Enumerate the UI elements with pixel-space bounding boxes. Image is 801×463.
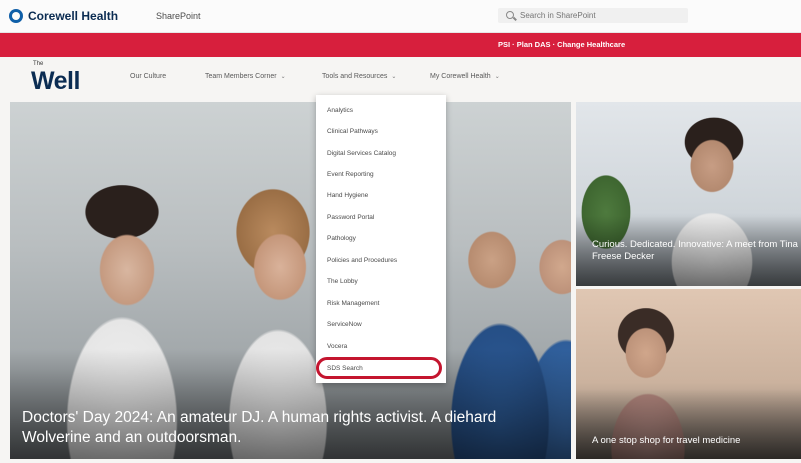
- side-news-image-2[interactable]: [576, 289, 801, 459]
- nav-item-our-culture[interactable]: Our Culture: [130, 73, 166, 80]
- menu-item[interactable]: Digital Services Catalog: [327, 150, 396, 157]
- site-navigation: The Well Our Culture Team Members Corner…: [0, 57, 801, 99]
- search-icon: [506, 11, 514, 19]
- nav-item-team-members-corner[interactable]: Team Members Corner ⌄: [205, 73, 286, 80]
- nav-item-tools-and-resources[interactable]: Tools and Resources ⌄: [322, 73, 396, 80]
- menu-item[interactable]: Analytics: [327, 107, 353, 114]
- nav-item-label: My Corewell Health: [430, 73, 491, 80]
- site-logo-name: Well: [31, 67, 80, 95]
- search-box[interactable]: [498, 8, 688, 23]
- nav-item-label: Our Culture: [130, 73, 167, 80]
- corewell-logo-icon[interactable]: [9, 9, 23, 23]
- menu-item[interactable]: ServiceNow: [327, 321, 362, 328]
- sharepoint-top-bar: Corewell Health SharePoint: [0, 0, 801, 33]
- nav-item-my-corewell-health[interactable]: My Corewell Health ⌄: [430, 73, 500, 80]
- menu-item[interactable]: Policies and Procedures: [327, 257, 397, 264]
- menu-item[interactable]: Event Reporting: [327, 171, 374, 178]
- highlight-annotation-circle: [316, 357, 442, 379]
- hero-news-headline[interactable]: Doctors' Day 2024: An amateur DJ. A huma…: [22, 408, 562, 448]
- search-input[interactable]: [520, 9, 680, 22]
- side-news-headline-1[interactable]: Curious. Dedicated. Innovative: A meet f…: [592, 239, 801, 265]
- sharepoint-label[interactable]: SharePoint: [156, 11, 201, 21]
- menu-item[interactable]: Hand Hygiene: [327, 192, 368, 199]
- menu-item[interactable]: Risk Management: [327, 300, 379, 307]
- tools-resources-dropdown-menu: Analytics Clinical Pathways Digital Serv…: [316, 95, 446, 383]
- nav-item-label: Tools and Resources: [322, 73, 388, 80]
- brand-name[interactable]: Corewell Health: [28, 9, 118, 23]
- hero-news-image[interactable]: [10, 102, 571, 459]
- menu-item[interactable]: The Lobby: [327, 278, 358, 285]
- side-news-headline-2[interactable]: A one stop shop for travel medicine: [592, 435, 801, 447]
- chevron-down-icon: ⌄: [280, 74, 286, 80]
- nav-item-label: Team Members Corner: [205, 73, 277, 80]
- chevron-down-icon: ⌄: [391, 74, 397, 80]
- chevron-down-icon: ⌄: [494, 74, 500, 80]
- alert-banner: PSI · Plan DAS · Change Healthcare: [0, 33, 801, 57]
- menu-item[interactable]: Vocera: [327, 343, 347, 350]
- menu-item[interactable]: Clinical Pathways: [327, 128, 378, 135]
- menu-item[interactable]: Pathology: [327, 235, 356, 242]
- alert-banner-text[interactable]: PSI · Plan DAS · Change Healthcare: [498, 40, 625, 49]
- menu-item[interactable]: Password Portal: [327, 214, 374, 221]
